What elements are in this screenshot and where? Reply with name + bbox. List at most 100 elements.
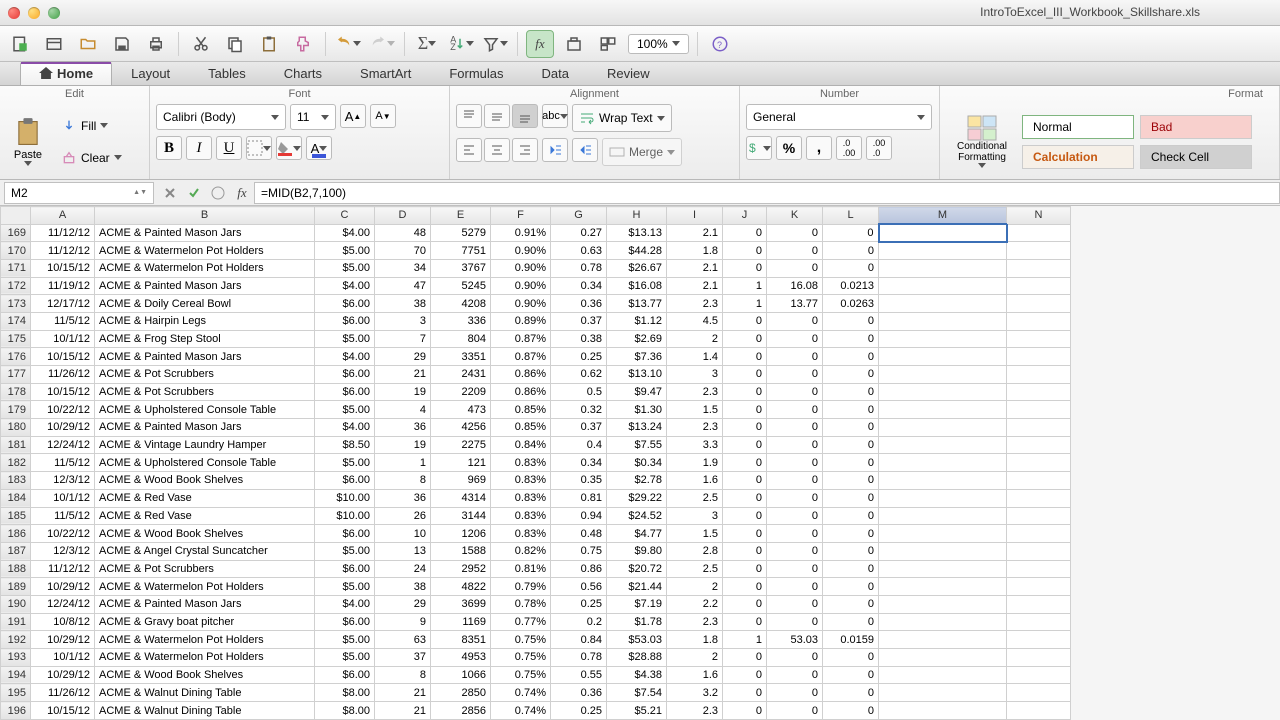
cell[interactable] [1007,401,1071,419]
cell[interactable]: 21 [375,684,431,702]
cell[interactable]: 0.86% [491,383,551,401]
cell[interactable]: 2275 [431,436,491,454]
row-header[interactable]: 194 [1,666,31,684]
cell[interactable]: ACME & Vintage Laundry Hamper [95,436,315,454]
cell[interactable]: 10/29/12 [31,631,95,649]
cell[interactable]: 1169 [431,613,491,631]
cell[interactable]: $5.00 [315,242,375,260]
cell[interactable]: 0 [823,436,879,454]
cell[interactable]: 2952 [431,560,491,578]
row-header[interactable]: 191 [1,613,31,631]
tab-home[interactable]: Home [20,61,112,85]
cell[interactable] [1007,595,1071,613]
cell[interactable]: 473 [431,401,491,419]
cell[interactable]: ACME & Wood Book Shelves [95,525,315,543]
row-header[interactable]: 192 [1,631,31,649]
cell[interactable]: 0.90% [491,242,551,260]
cell[interactable]: 38 [375,578,431,596]
cell[interactable]: 0.89% [491,312,551,330]
cell[interactable]: 8351 [431,631,491,649]
cell[interactable]: 0 [767,312,823,330]
cell[interactable] [879,578,1007,596]
cell[interactable]: $6.00 [315,472,375,490]
decrease-indent-button[interactable] [542,138,568,162]
cell[interactable]: 0.36 [551,295,607,313]
paste-big-button[interactable]: Paste [6,106,50,178]
cell[interactable]: 0 [767,454,823,472]
cell[interactable] [879,525,1007,543]
formula-input[interactable]: =MID(B2,7,100) [254,182,1280,204]
cell[interactable]: 10 [375,525,431,543]
cell[interactable]: $1.12 [607,312,667,330]
cell[interactable]: 10/15/12 [31,259,95,277]
sort-button[interactable]: AZ [447,30,475,58]
cell[interactable] [1007,224,1071,242]
cut-button[interactable] [187,30,215,58]
cell[interactable]: ACME & Painted Mason Jars [95,595,315,613]
cell[interactable]: 0 [767,613,823,631]
cell[interactable]: 0 [767,259,823,277]
cell[interactable]: $10.00 [315,489,375,507]
cell[interactable]: 11/26/12 [31,366,95,384]
cell[interactable]: 0.90% [491,277,551,295]
cell[interactable]: 0.91% [491,224,551,242]
cell[interactable] [1007,330,1071,348]
col-header-F[interactable]: F [491,207,551,225]
cell[interactable]: $4.00 [315,595,375,613]
cell[interactable]: $6.00 [315,525,375,543]
cell[interactable]: 2 [667,578,723,596]
cell[interactable]: 0 [723,330,767,348]
cell[interactable]: $16.08 [607,277,667,295]
cell[interactable] [879,383,1007,401]
cell[interactable] [879,595,1007,613]
cell[interactable]: 2 [667,649,723,667]
cell[interactable] [1007,489,1071,507]
cell[interactable]: $6.00 [315,613,375,631]
cell[interactable]: ACME & Red Vase [95,489,315,507]
cell[interactable]: 0 [767,419,823,437]
cell[interactable] [1007,242,1071,260]
cell[interactable]: $13.13 [607,224,667,242]
align-center-button[interactable] [484,138,510,162]
cell[interactable] [879,560,1007,578]
cell[interactable]: 0.34 [551,277,607,295]
print-button[interactable] [142,30,170,58]
bold-button[interactable]: B [156,136,182,160]
cell[interactable]: $4.38 [607,666,667,684]
cell[interactable]: $9.80 [607,542,667,560]
toolbox-button[interactable] [560,30,588,58]
increase-decimal-button[interactable]: .0.00 [836,136,862,160]
cell[interactable] [879,613,1007,631]
cell[interactable]: ACME & Watermelon Pot Holders [95,578,315,596]
cell[interactable]: 0 [767,472,823,490]
cell[interactable]: 0.74% [491,684,551,702]
cell[interactable] [1007,312,1071,330]
currency-button[interactable]: $ [746,136,772,160]
cell[interactable]: 2.3 [667,295,723,313]
cell[interactable]: 3144 [431,507,491,525]
cell[interactable]: 5279 [431,224,491,242]
cell[interactable]: 0 [767,489,823,507]
cell[interactable]: 0.0263 [823,295,879,313]
close-icon[interactable] [8,7,20,19]
cell[interactable]: 0.63 [551,242,607,260]
cell[interactable]: 34 [375,259,431,277]
align-left-button[interactable] [456,138,482,162]
cell[interactable]: 2.2 [667,595,723,613]
cell[interactable]: 0 [823,595,879,613]
cell[interactable]: 0 [767,330,823,348]
comma-button[interactable]: , [806,136,832,160]
cell[interactable]: ACME & Painted Mason Jars [95,277,315,295]
cell[interactable]: 4953 [431,649,491,667]
cell[interactable]: 0 [723,348,767,366]
cell[interactable]: 2.8 [667,542,723,560]
cell[interactable]: 10/8/12 [31,613,95,631]
cell[interactable]: $7.19 [607,595,667,613]
cell[interactable]: ACME & Watermelon Pot Holders [95,631,315,649]
row-header[interactable]: 178 [1,383,31,401]
cell[interactable] [879,542,1007,560]
cell[interactable]: $5.21 [607,702,667,720]
cell[interactable]: 0.83% [491,525,551,543]
cell[interactable] [879,242,1007,260]
cell[interactable]: $6.00 [315,295,375,313]
